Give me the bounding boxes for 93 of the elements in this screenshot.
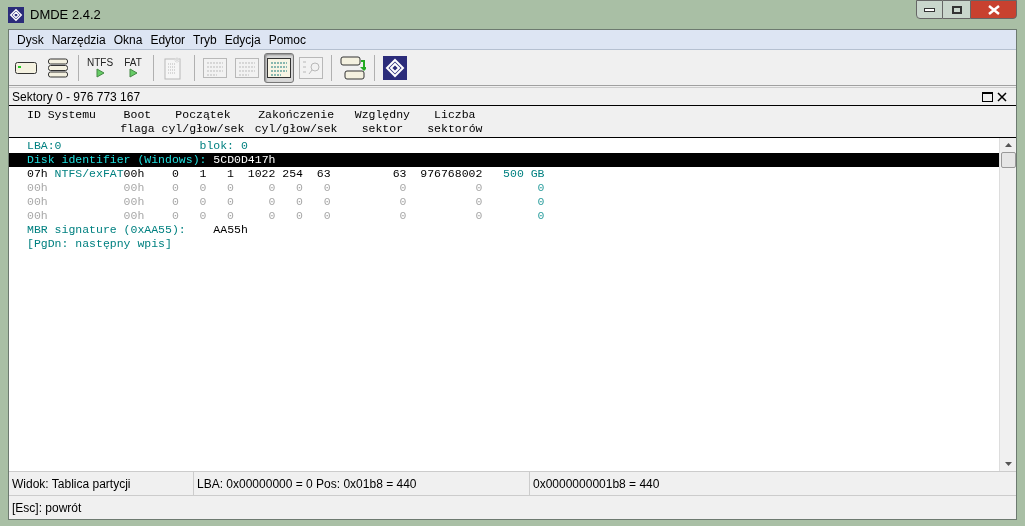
table-cell: 1022: [247, 167, 276, 180]
toolbar-button[interactable]: [264, 52, 295, 83]
table-cell: 0: [475, 181, 483, 194]
menu-item[interactable]: Okna: [109, 30, 147, 49]
menu-item[interactable]: Pomoc: [264, 30, 311, 49]
table-cell: 0: [227, 195, 234, 208]
block-label: blok: 0: [199, 139, 248, 153]
table-cell: 0: [537, 209, 545, 222]
list-view-icon: [267, 57, 292, 78]
table-cell: 0: [227, 181, 234, 194]
drive-icon: [15, 61, 37, 74]
table-cell: 0: [171, 181, 179, 194]
table-cell: 0: [399, 209, 407, 222]
table-cell: 63: [392, 167, 407, 180]
table-cell: 0: [475, 209, 483, 222]
table-cell: 0: [296, 195, 303, 208]
scrollbar[interactable]: [999, 138, 1016, 471]
table-cell: 0: [296, 209, 303, 222]
table-cell: 0: [475, 195, 483, 208]
table-cell: 00h: [123, 195, 145, 208]
menu-item[interactable]: Narzędzia: [47, 30, 110, 49]
table-cell: 00h: [27, 181, 48, 194]
status-field: 0x0000000001b8 = 440: [530, 472, 1016, 495]
signature-value: AA55h: [213, 223, 248, 237]
scrollbar-thumb[interactable]: [1000, 152, 1016, 168]
close-icon: [987, 4, 1000, 15]
table-cell: 0: [323, 181, 331, 194]
table-cell: 0: [399, 181, 407, 194]
table-cell: 0: [199, 195, 207, 208]
drive-stack-icon: [48, 57, 68, 78]
table-cell: 976768002: [420, 167, 483, 180]
menu-item[interactable]: Edycja: [220, 30, 265, 49]
table-cell: 500 GB: [503, 167, 545, 180]
partition-row[interactable]: 07h NTFS/exFAT00h 0 1 1 1022 254 63 63 976768002 500 GB: [9, 167, 999, 181]
play-icon: [95, 68, 106, 78]
menu-item[interactable]: Tryb: [189, 30, 221, 49]
table-cell: 1: [199, 167, 207, 180]
column-header: Początek cyl/głow/sek: [160, 108, 246, 137]
panel-title: Sektory 0 - 976 773 167: [12, 88, 141, 106]
list-view-icon: [203, 57, 228, 78]
table-cell: 0: [537, 181, 545, 194]
table-cell: 0: [199, 209, 207, 222]
table-cell: 0: [296, 181, 303, 194]
column-header: Zakończenie cyl/głow/sek: [253, 108, 339, 137]
tree-search-icon: [299, 56, 324, 79]
table-cell: 0: [268, 181, 276, 194]
app-logo-icon: [383, 55, 408, 80]
table-cell: 07h: [27, 167, 48, 180]
table-cell: 0: [199, 181, 207, 194]
selected-row[interactable]: Disk identifier (Windows): 5CD0D417h: [9, 153, 999, 167]
table-cell: 00h: [123, 209, 145, 222]
table-cell: 0: [171, 195, 179, 208]
column-header: Względny sektor: [353, 108, 411, 137]
table-cell: 00h: [123, 167, 145, 180]
menu-item[interactable]: Dysk: [13, 30, 48, 49]
help-text: [Esc]: powrót: [12, 499, 82, 517]
table-cell: 00h: [27, 195, 48, 208]
table-cell: 1: [227, 167, 234, 180]
disk-identifier-value: 5CD0D417h: [213, 153, 276, 167]
menu-item[interactable]: Edytor: [146, 30, 190, 49]
list-view-icon: [235, 57, 260, 78]
play-icon: [128, 68, 139, 78]
minimize-button[interactable]: [916, 0, 943, 19]
maximize-icon[interactable]: [982, 91, 993, 102]
table-cell: 0: [537, 195, 545, 208]
disk-identifier-label: Disk identifier (Windows):: [27, 153, 208, 167]
table-cell: 0: [399, 195, 407, 208]
table-cell: 63: [316, 167, 331, 180]
scan-button[interactable]: NTFS: [84, 52, 117, 83]
maximize-button[interactable]: [943, 0, 970, 19]
table-cell: 00h: [27, 209, 48, 222]
app-logo-icon: [8, 6, 24, 23]
table-cell: 0: [268, 209, 276, 222]
table-cell: 0: [323, 209, 331, 222]
table-cell: 00h: [123, 181, 145, 194]
lba-label: LBA:0: [27, 139, 63, 153]
column-header: Liczba sektorów: [426, 108, 484, 137]
table-cell: 0: [227, 209, 234, 222]
column-header: Boot flaga: [119, 108, 156, 137]
drives-arrow-icon: [340, 54, 367, 81]
hint-text: [PgDn: następny wpis]: [27, 237, 172, 251]
signature-label: MBR signature (0xAA55):: [27, 223, 187, 237]
scan-button[interactable]: FAT: [118, 52, 149, 83]
close-icon[interactable]: [997, 91, 1007, 102]
table-cell: 0: [268, 195, 276, 208]
table-cell: 0: [171, 209, 179, 222]
close-button[interactable]: [970, 0, 1017, 19]
table-cell: NTFS/exFAT: [54, 167, 124, 180]
table-cell: 0: [171, 167, 179, 180]
table-cell: 0: [323, 195, 331, 208]
table-cell: 254: [282, 167, 303, 180]
window-title: DMDE 2.4.2: [30, 5, 101, 24]
column-header: ID Systemu: [27, 108, 97, 123]
